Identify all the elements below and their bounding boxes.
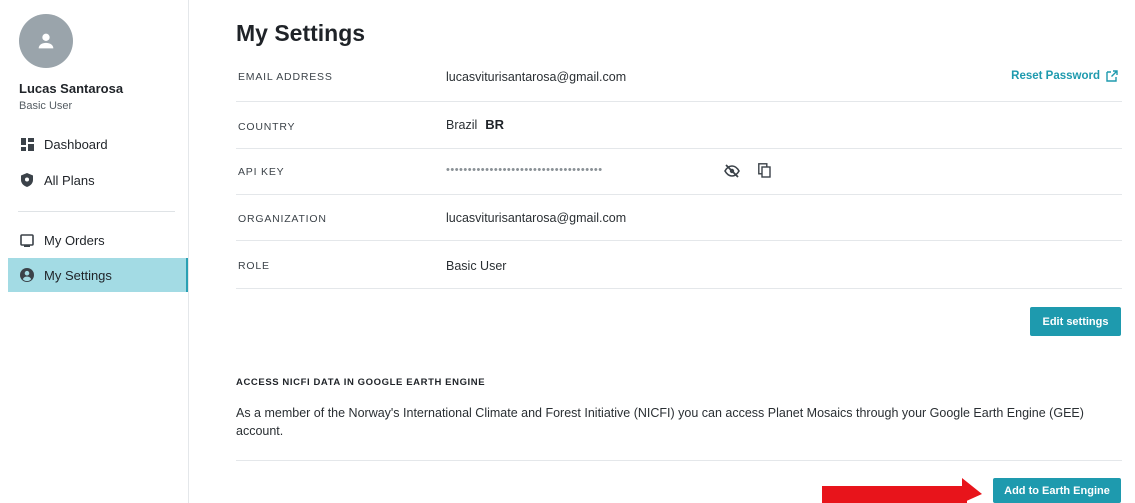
api-key-row: API KEY ••••••••••••••••••••••••••••••••… <box>236 149 1122 195</box>
api-key-label: API KEY <box>238 166 285 178</box>
country-row: COUNTRY Brazil BR <box>236 102 1122 149</box>
country-value: Brazil <box>446 117 478 132</box>
email-value: lucasviturisantarosa@gmail.com <box>446 70 627 84</box>
sidebar-item-label: All Plans <box>44 172 95 188</box>
shield-icon <box>20 173 34 187</box>
reset-password-link[interactable]: Reset Password <box>1011 70 1118 82</box>
dashboard-icon <box>20 137 34 151</box>
sidebar-item-all-plans[interactable]: All Plans <box>8 163 188 197</box>
add-to-earth-engine-button[interactable]: Add to Earth Engine <box>993 478 1121 503</box>
sidebar-item-label: My Settings <box>44 267 112 283</box>
reset-password-label: Reset Password <box>1011 70 1100 82</box>
api-key-actions <box>724 163 789 178</box>
section-divider <box>236 460 1122 461</box>
copy-icon[interactable] <box>758 163 771 178</box>
sidebar-item-label: My Orders <box>44 232 105 248</box>
user-name: Lucas Santarosa <box>19 81 124 96</box>
edit-settings-button[interactable]: Edit settings <box>1030 307 1121 336</box>
email-row: EMAIL ADDRESS lucasviturisantarosa@gmail… <box>236 57 1122 102</box>
nicfi-section-title: ACCESS NICFI DATA IN GOOGLE EARTH ENGINE <box>236 377 486 388</box>
avatar[interactable] <box>19 14 73 68</box>
person-icon <box>38 33 54 49</box>
annotation-arrow-icon <box>822 478 982 503</box>
sidebar-item-dashboard[interactable]: Dashboard <box>8 127 188 161</box>
orders-icon <box>20 233 34 247</box>
page-title: My Settings <box>236 20 366 46</box>
nicfi-description: As a member of the Norway's Internationa… <box>236 406 1084 438</box>
sidebar-divider <box>18 211 175 212</box>
role-row: ROLE Basic User <box>236 241 1122 289</box>
user-role: Basic User <box>19 100 73 112</box>
api-key-value: •••••••••••••••••••••••••••••••••••• <box>446 164 603 176</box>
role-label: ROLE <box>238 260 270 272</box>
visibility-off-icon[interactable] <box>724 163 740 178</box>
email-label: EMAIL ADDRESS <box>238 71 333 83</box>
external-link-icon <box>1106 70 1118 82</box>
role-value: Basic User <box>446 259 507 273</box>
country-label: COUNTRY <box>238 121 296 133</box>
sidebar: Lucas Santarosa Basic User Dashboard All… <box>0 0 189 503</box>
sidebar-item-my-orders[interactable]: My Orders <box>8 223 188 257</box>
sidebar-item-my-settings[interactable]: My Settings <box>8 258 188 292</box>
country-value-group: Brazil BR <box>446 117 504 132</box>
sidebar-item-label: Dashboard <box>44 136 108 152</box>
organization-value: lucasviturisantarosa@gmail.com <box>446 211 627 225</box>
account-circle-icon <box>20 268 34 282</box>
organization-label: ORGANIZATION <box>238 213 327 225</box>
organization-row: ORGANIZATION lucasviturisantarosa@gmail.… <box>236 195 1122 241</box>
country-code: BR <box>485 117 505 132</box>
